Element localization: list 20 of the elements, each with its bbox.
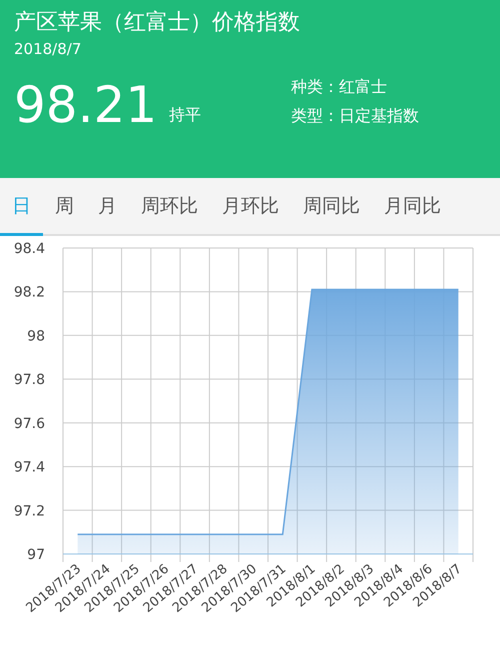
y-axis-label: 98.2 [14, 284, 45, 301]
y-axis-label: 97.4 [14, 460, 45, 476]
y-axis-label: 97.6 [14, 416, 45, 432]
info-label: 种类：红富士 [291, 77, 388, 98]
page-title: 产区苹果（红富士）价格指数 [14, 9, 301, 37]
trend-label: 持平 [169, 105, 202, 126]
y-axis-label: 98 [27, 328, 45, 344]
y-axis-label: 97 [27, 547, 45, 563]
y-axis-label: 97.8 [14, 372, 45, 388]
date-label: 2018/8/7 [14, 39, 82, 60]
period-tab[interactable]: 月 [86, 178, 129, 236]
period-tab[interactable]: 周同比 [291, 178, 372, 236]
y-axis-label: 97.2 [14, 503, 45, 520]
period-tab[interactable]: 周 [43, 178, 86, 236]
period-tab[interactable]: 月同比 [372, 178, 453, 236]
info-label: 类型：日定基指数 [291, 106, 420, 127]
period-tab[interactable]: 月环比 [210, 178, 291, 236]
y-axis-label: 98.4 [14, 241, 45, 257]
period-tab[interactable]: 周环比 [129, 178, 210, 236]
index-value: 98.21 [14, 75, 158, 136]
